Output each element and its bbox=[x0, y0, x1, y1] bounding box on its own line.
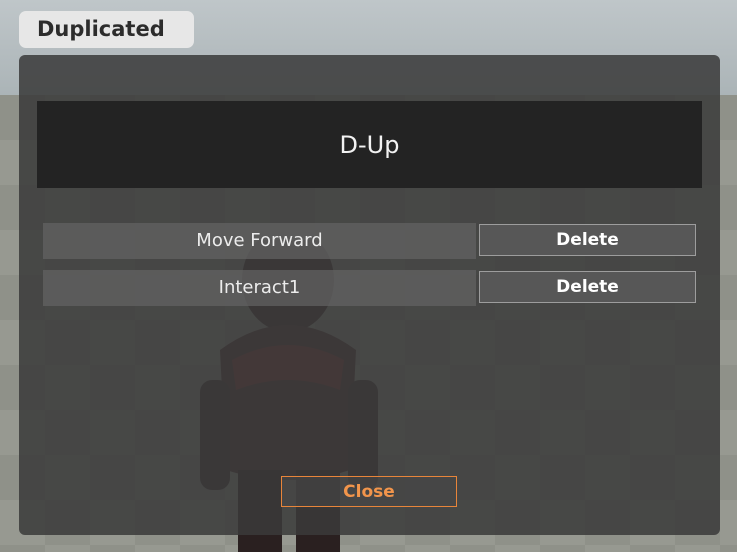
dialog-title-box: D-Up bbox=[37, 101, 702, 188]
delete-button[interactable]: Delete bbox=[479, 224, 696, 256]
dialog-title: D-Up bbox=[339, 130, 400, 159]
duplicated-tag: Duplicated bbox=[19, 11, 194, 48]
delete-button[interactable]: Delete bbox=[479, 271, 696, 303]
binding-row: Move Forward Delete bbox=[43, 223, 697, 259]
close-button[interactable]: Close bbox=[281, 476, 457, 507]
duplicated-bindings-dialog: D-Up Move Forward Delete Interact1 Delet… bbox=[19, 55, 720, 535]
binding-row: Interact1 Delete bbox=[43, 270, 697, 306]
binding-action-label: Interact1 bbox=[43, 270, 476, 306]
binding-action-label: Move Forward bbox=[43, 223, 476, 259]
